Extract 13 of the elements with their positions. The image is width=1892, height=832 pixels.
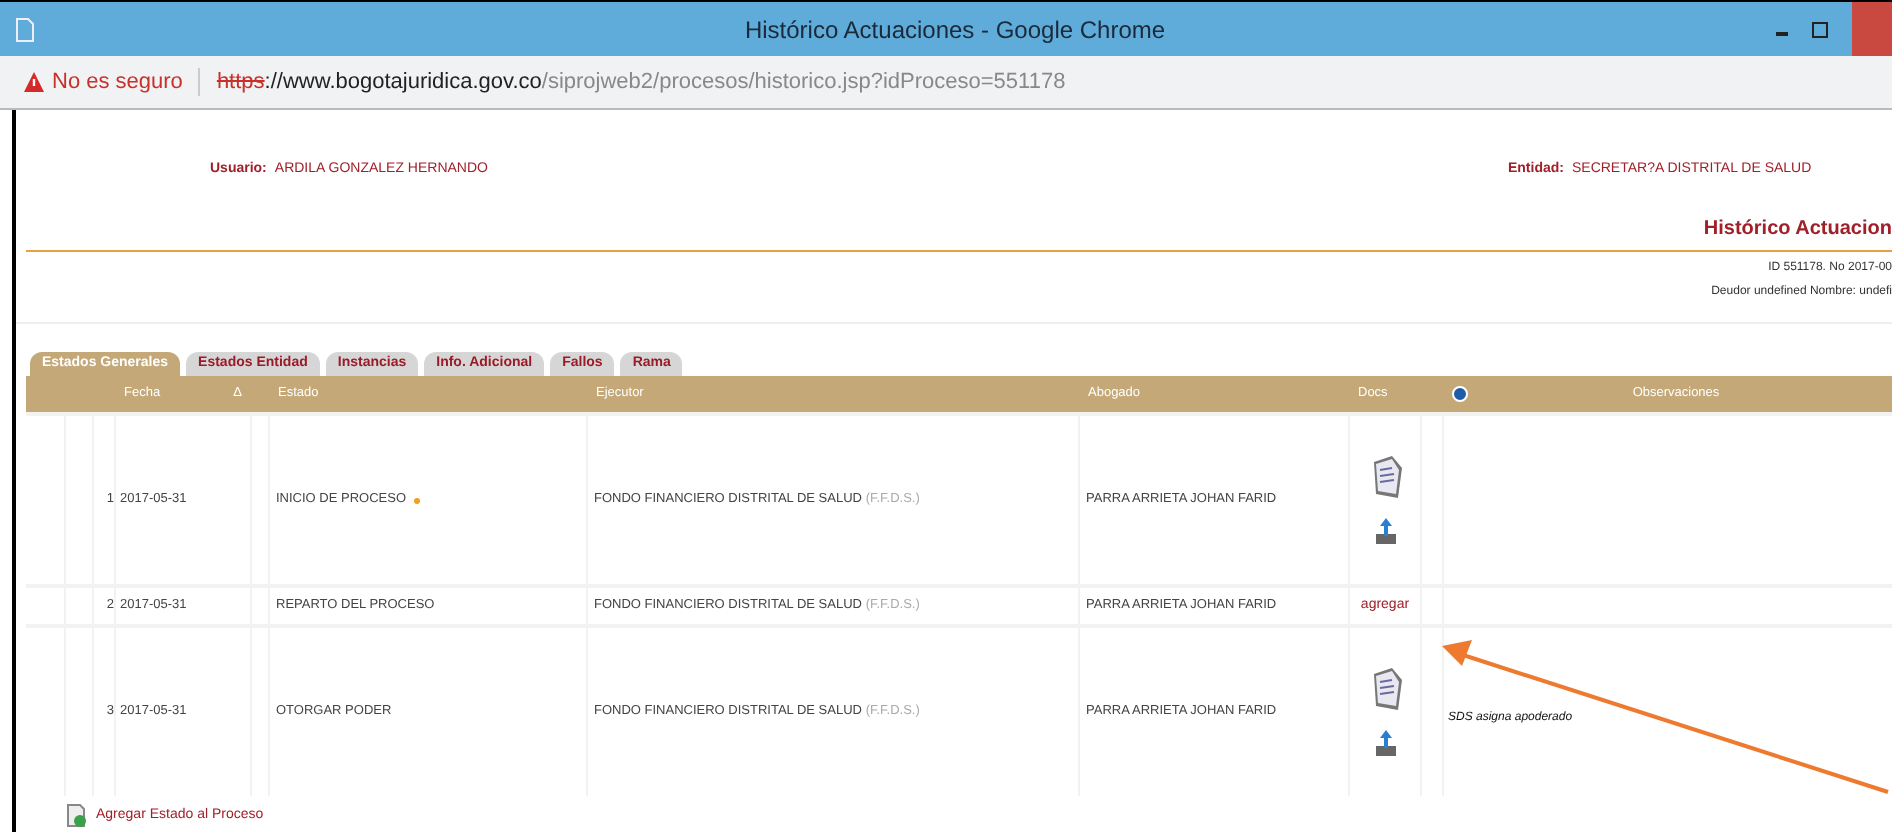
- upload-icon[interactable]: [1373, 518, 1397, 546]
- address-bar[interactable]: No es seguro https://www.bogotajuridica.gov.co/siprojweb2/procesos/historico.jsp?idProceso=551178: [0, 56, 1892, 110]
- page-icon: [16, 17, 34, 41]
- warning-icon: [24, 72, 44, 92]
- add-document-icon[interactable]: [66, 804, 88, 828]
- collapse-icon[interactable]: [1452, 386, 1468, 402]
- upload-icon[interactable]: [1373, 730, 1397, 758]
- page-title: Histórico Actuacion: [1703, 215, 1892, 243]
- window-title: Histórico Actuaciones - Google Chrome: [742, 13, 1168, 47]
- url-text: https://www.bogotajuridica.gov.co/siprojweb2/procesos/historico.jsp?idProceso=551178: [216, 67, 1066, 98]
- minimize-icon[interactable]: [1776, 31, 1788, 35]
- security-label: No es seguro: [52, 67, 183, 98]
- restore-icon[interactable]: [1812, 21, 1828, 37]
